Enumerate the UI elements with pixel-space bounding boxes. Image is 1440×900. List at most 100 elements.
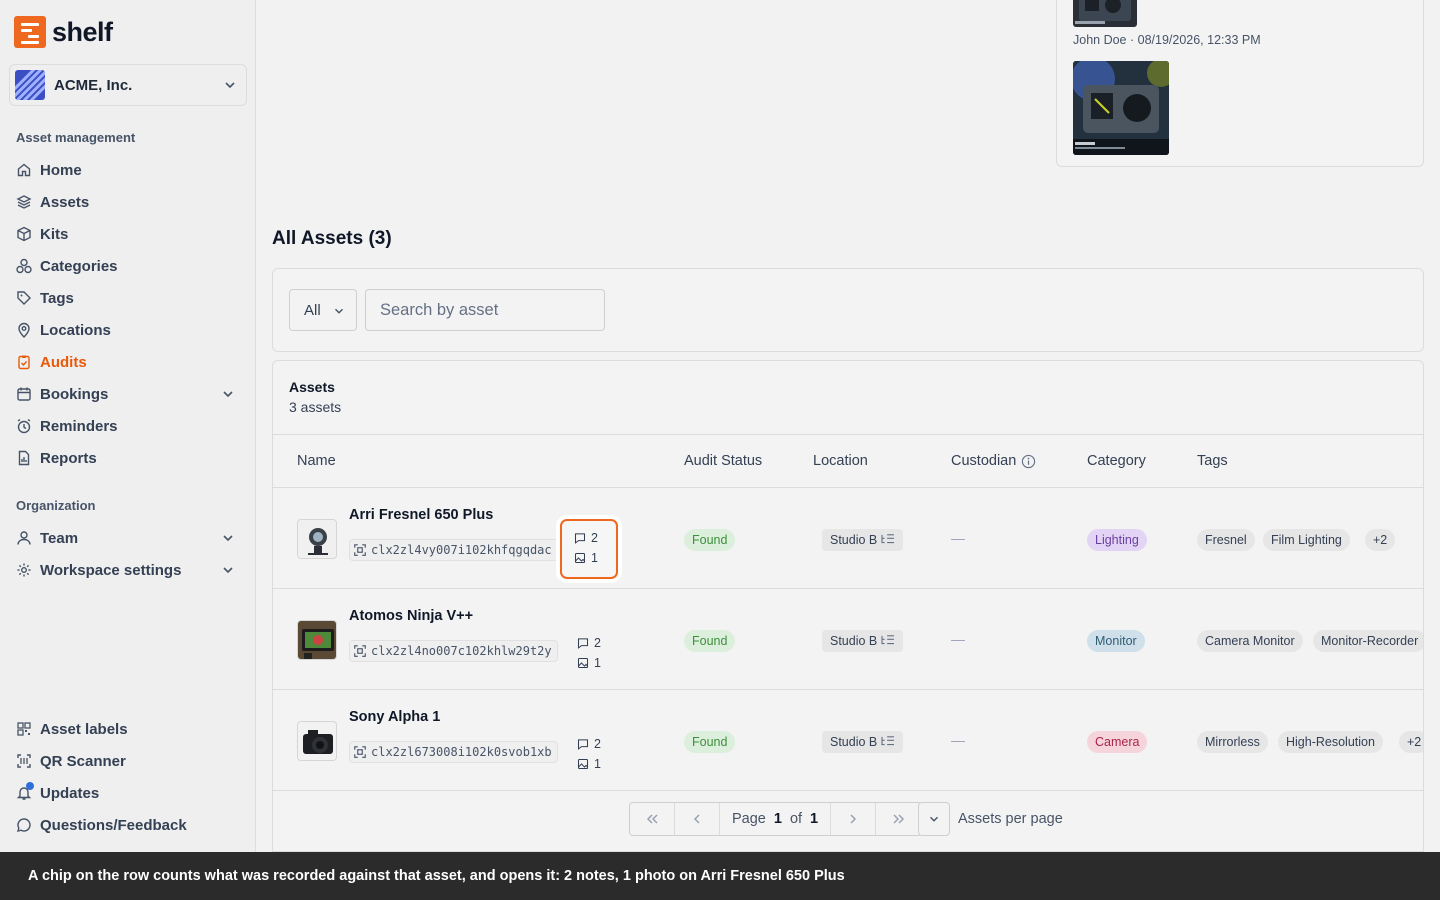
sidebar-item-reports[interactable]: Reports xyxy=(16,444,242,472)
sidebar-item-label: Team xyxy=(40,529,79,547)
sidebar: shelf ACME, Inc. Asset management Home A… xyxy=(0,0,256,852)
more-tags-badge[interactable]: +2 xyxy=(1399,731,1423,753)
sidebar-item-workspace-settings[interactable]: Workspace settings xyxy=(16,556,242,584)
location-name: Studio B xyxy=(830,533,878,547)
status-filter-select[interactable]: All xyxy=(289,289,357,331)
sidebar-item-label: Home xyxy=(40,161,82,179)
status-filter-value: All xyxy=(304,301,321,319)
home-icon xyxy=(16,162,32,178)
chevron-down-icon[interactable] xyxy=(220,562,236,578)
assets-table: Assets 3 assets Name Audit Status Locati… xyxy=(272,360,1424,852)
column-header-name[interactable]: Name xyxy=(297,453,336,469)
list-tree-icon xyxy=(881,635,895,645)
sidebar-item-label: Locations xyxy=(40,321,111,339)
table-row[interactable]: Atomos Ninja V++ clx2zl4no007c102khlw29t… xyxy=(273,589,1423,690)
per-page-select[interactable] xyxy=(918,802,950,836)
sidebar-item-home[interactable]: Home xyxy=(16,156,242,184)
main-content: John Doe · 08/19/2026, 12:33 PM All Asse… xyxy=(256,0,1440,852)
activity-meta: John Doe · 08/19/2026, 12:33 PM xyxy=(1073,33,1261,47)
previous-page-button[interactable] xyxy=(675,803,720,835)
sidebar-item-asset-labels[interactable]: Asset labels xyxy=(16,715,242,743)
sidebar-item-label: Updates xyxy=(40,784,100,802)
sidebar-item-label: Reports xyxy=(40,449,97,467)
total-pages: 1 xyxy=(810,811,819,827)
location-badge[interactable]: Studio B xyxy=(822,630,904,652)
table-row[interactable]: Sony Alpha 1 clx2zl673008i102k0svob1xb 2… xyxy=(273,690,1423,791)
table-subtitle: 3 assets xyxy=(289,399,342,415)
image-icon xyxy=(577,657,589,669)
qr-icon xyxy=(354,746,366,758)
sidebar-item-label: Workspace settings xyxy=(40,561,182,579)
brand-logo[interactable]: shelf xyxy=(14,16,113,48)
asset-name[interactable]: Atomos Ninja V++ xyxy=(349,608,473,624)
column-header-custodian[interactable]: Custodian xyxy=(951,453,1036,469)
next-page-button[interactable] xyxy=(831,803,877,835)
sidebar-item-assets[interactable]: Assets xyxy=(16,188,242,216)
custodian-value: — xyxy=(951,631,965,647)
chevron-down-icon[interactable] xyxy=(220,386,236,402)
sidebar-item-label: Tags xyxy=(40,289,74,307)
calendar-icon xyxy=(16,386,32,402)
notes-photos-chip[interactable]: 2 1 xyxy=(577,734,607,776)
activity-photo-large[interactable] xyxy=(1073,61,1169,155)
workspace-switcher[interactable]: ACME, Inc. xyxy=(9,64,247,106)
activity-photo-thumb[interactable] xyxy=(1073,0,1137,27)
notes-count: 2 xyxy=(591,531,598,545)
sidebar-item-tags[interactable]: Tags xyxy=(16,284,242,312)
list-tree-icon xyxy=(881,736,895,746)
chevron-down-icon[interactable] xyxy=(220,530,236,546)
column-header-category[interactable]: Category xyxy=(1087,453,1146,469)
sidebar-item-label: Questions/Feedback xyxy=(40,816,187,834)
asset-name[interactable]: Sony Alpha 1 xyxy=(349,709,440,725)
column-header-audit-status[interactable]: Audit Status xyxy=(684,453,762,469)
column-header-label: Custodian xyxy=(951,453,1017,469)
tag-badge: Fresnel xyxy=(1197,529,1255,551)
page-title: All Assets (3) xyxy=(272,228,392,249)
sidebar-item-team[interactable]: Team xyxy=(16,524,242,552)
last-page-button[interactable] xyxy=(876,803,921,835)
more-tags-badge[interactable]: +2 xyxy=(1365,529,1396,551)
info-icon[interactable] xyxy=(1021,454,1036,469)
location-badge[interactable]: Studio B xyxy=(822,731,904,753)
location-badge[interactable]: Studio B xyxy=(822,529,904,551)
chevron-right-icon xyxy=(850,814,857,824)
table-row[interactable]: Arri Fresnel 650 Plus clx2zl4vy007i102kh… xyxy=(273,488,1423,589)
chevron-down-icon xyxy=(930,816,938,822)
box-icon xyxy=(16,226,32,242)
notes-photos-chip[interactable]: 2 1 xyxy=(560,519,618,579)
sidebar-item-kits[interactable]: Kits xyxy=(16,220,242,248)
sidebar-item-label: Reminders xyxy=(40,417,118,435)
asset-id: clx2zl4vy007i102khfqgqdac xyxy=(371,543,552,557)
asset-thumbnail xyxy=(297,721,337,761)
sidebar-item-audits[interactable]: Audits xyxy=(16,348,242,376)
column-header-location[interactable]: Location xyxy=(813,453,868,469)
first-page-button[interactable] xyxy=(630,803,675,835)
sidebar-item-locations[interactable]: Locations xyxy=(16,316,242,344)
qr-icon xyxy=(354,645,366,657)
chevrons-right-icon xyxy=(893,814,904,824)
category-badge: Camera xyxy=(1087,731,1148,753)
sidebar-item-bookings[interactable]: Bookings xyxy=(16,380,242,408)
user-icon xyxy=(16,530,32,546)
tag-badge: High-Resolution xyxy=(1278,731,1383,753)
sidebar-item-reminders[interactable]: Reminders xyxy=(16,412,242,440)
search-input[interactable] xyxy=(365,289,605,331)
tag-badge: Mirrorless xyxy=(1197,731,1268,753)
sidebar-item-questions-feedback[interactable]: Questions/Feedback xyxy=(16,811,242,839)
location-name: Studio B xyxy=(830,735,878,749)
sidebar-item-categories[interactable]: Categories xyxy=(16,252,242,280)
sidebar-item-qr-scanner[interactable]: QR Scanner xyxy=(16,747,242,775)
notification-dot xyxy=(26,782,34,790)
asset-name[interactable]: Arri Fresnel 650 Plus xyxy=(349,507,493,523)
gear-icon xyxy=(16,562,32,578)
report-icon xyxy=(16,450,32,466)
notes-count: 2 xyxy=(594,737,601,751)
comment-icon xyxy=(574,533,586,544)
notes-photos-chip[interactable]: 2 1 xyxy=(577,633,607,675)
asset-id-badge: clx2zl4no007c102khlw29t2y xyxy=(349,640,558,662)
column-header-tags[interactable]: Tags xyxy=(1197,453,1228,469)
sidebar-item-updates[interactable]: Updates xyxy=(16,779,242,807)
sidebar-item-label: Kits xyxy=(40,225,69,243)
asset-thumbnail xyxy=(297,519,337,559)
activity-card: John Doe · 08/19/2026, 12:33 PM xyxy=(1056,0,1424,167)
